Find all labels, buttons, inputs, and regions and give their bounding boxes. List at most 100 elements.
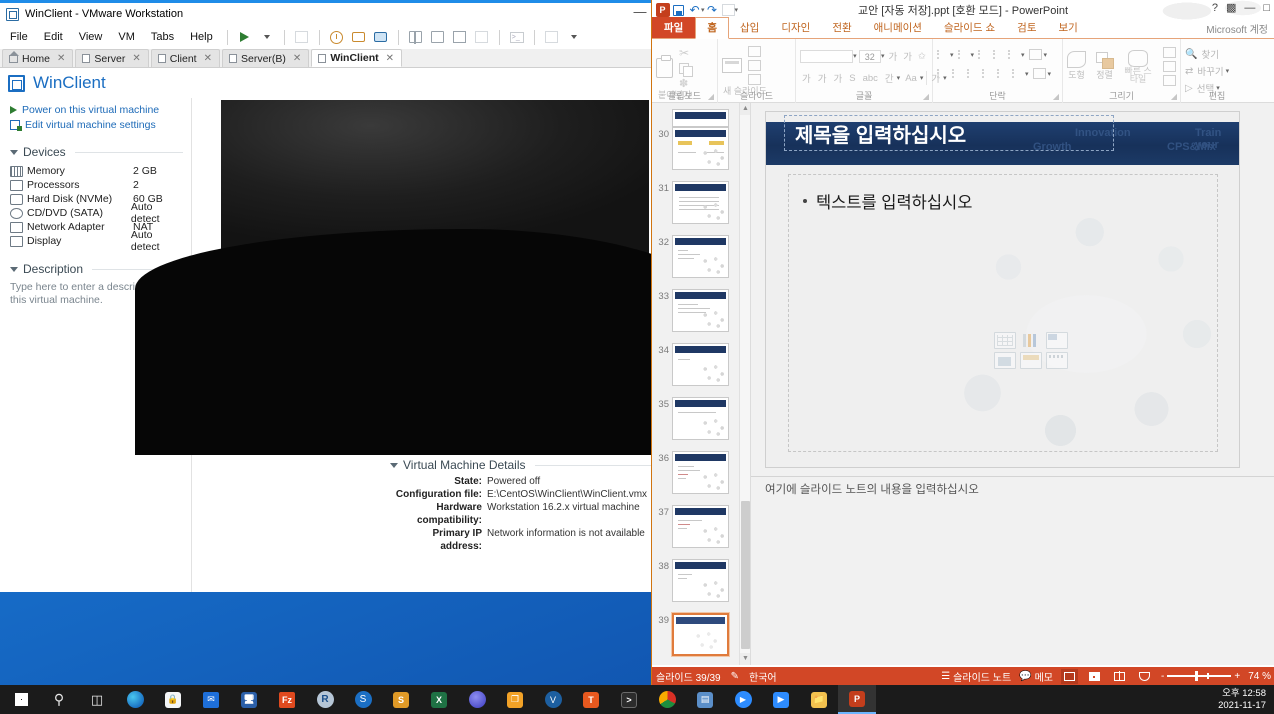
reset-icon[interactable] — [748, 60, 761, 71]
shape-outline-icon[interactable] — [1163, 61, 1176, 72]
slide-thumbnail[interactable] — [672, 505, 729, 548]
quick-styles-icon[interactable] — [1128, 50, 1148, 67]
task-view-icon[interactable]: ◫ — [78, 685, 116, 714]
increase-font-size-icon[interactable]: 가 — [887, 49, 900, 63]
bold-icon[interactable]: 가 — [800, 71, 813, 85]
terminal-icon[interactable]: > — [610, 685, 648, 714]
clear-formatting-icon[interactable]: ✩ — [916, 51, 928, 62]
list-item[interactable]: 37 — [652, 505, 738, 559]
notes-pane[interactable]: 여기에 슬라이드 노트의 내용을 입력하십시오 — [765, 477, 1242, 505]
revert-snapshot-icon[interactable] — [348, 27, 370, 47]
scrollbar-thumb[interactable] — [741, 501, 750, 649]
bullets-dropdown-icon[interactable]: ▾ — [950, 51, 954, 59]
show-console-icon[interactable] — [427, 27, 449, 47]
justify-icon[interactable] — [982, 69, 993, 78]
menu-vm[interactable]: VM — [110, 28, 143, 46]
power-dropdown-icon[interactable] — [256, 27, 278, 47]
start-icon[interactable] — [2, 685, 40, 714]
mail-icon[interactable]: ✉ — [192, 685, 230, 714]
tab-transitions[interactable]: 전환 — [821, 18, 862, 38]
bullets-icon[interactable] — [937, 50, 948, 59]
underline-icon[interactable]: 가 — [832, 71, 845, 85]
slide-thumbnail[interactable] — [672, 127, 729, 170]
zoom2-icon[interactable]: ▶ — [762, 685, 800, 714]
menu-file[interactable]: File — [2, 28, 36, 46]
vm-preview-screen[interactable] — [221, 100, 649, 423]
slide-thumbnail[interactable] — [672, 451, 729, 494]
snapshot-icon[interactable] — [326, 27, 348, 47]
r-icon[interactable]: R — [306, 685, 344, 714]
arrange-icon[interactable] — [1096, 52, 1113, 68]
zoom-icon[interactable]: ▶ — [724, 685, 762, 714]
send-ctrl-alt-del-icon[interactable] — [291, 27, 313, 47]
virtualbox-icon[interactable]: V — [534, 685, 572, 714]
shape-effects-icon[interactable] — [1163, 75, 1176, 86]
comments-toggle-button[interactable]: 💬 메모 — [1019, 669, 1053, 684]
clipboard-dialog-launcher-icon[interactable]: ◢ — [708, 92, 714, 101]
scroll-down-arrow-icon[interactable]: ▼ — [740, 653, 751, 665]
increase-indent-icon[interactable] — [993, 50, 1004, 59]
stretch-view-icon[interactable] — [541, 27, 563, 47]
spell-check-icon[interactable]: ✎ — [731, 671, 739, 682]
tab-slideshow[interactable]: 슬라이드 쇼 — [933, 18, 1006, 38]
align-right-icon[interactable] — [967, 69, 978, 78]
zoom-in-button[interactable]: + — [1234, 671, 1240, 682]
shapes-icon[interactable] — [1067, 51, 1086, 68]
start-from-beginning-icon[interactable] — [721, 3, 736, 18]
decrease-font-size-icon[interactable]: 가 — [901, 49, 914, 63]
list-item[interactable]: 39 — [652, 613, 738, 665]
cut-icon[interactable]: ✂ — [679, 46, 689, 60]
menu-help[interactable]: Help — [182, 28, 221, 46]
help-icon[interactable]: ? — [1212, 2, 1218, 14]
font-size-dropdown-icon[interactable]: ▾ — [881, 52, 885, 60]
tab-client[interactable]: Client ✕ — [151, 49, 220, 67]
new-slide-icon[interactable] — [722, 58, 742, 73]
video-icon[interactable] — [1046, 352, 1068, 369]
chart-icon[interactable] — [1020, 332, 1042, 349]
tab-animations[interactable]: 애니메이션 — [863, 18, 933, 38]
find-label[interactable]: 찾기 — [1201, 47, 1218, 61]
slide-thumbnail[interactable] — [672, 181, 729, 224]
devices-section-header[interactable]: Devices — [10, 145, 183, 159]
sourcetree-icon[interactable]: S — [344, 685, 382, 714]
zoom-slider[interactable]: - + — [1161, 671, 1240, 682]
search-icon[interactable]: ⚲ — [40, 685, 78, 714]
redo-icon[interactable]: ↷ — [705, 3, 720, 18]
taskbar-clock[interactable]: 오후 12:58 2021-11-17 — [1218, 688, 1274, 712]
smartart-dropdown-icon[interactable]: ▾ — [1048, 70, 1052, 78]
store-icon[interactable]: 🔒 — [154, 685, 192, 714]
show-library-icon[interactable] — [405, 27, 427, 47]
convert-smartart-icon[interactable] — [1033, 68, 1046, 79]
slide-thumbnail-selected[interactable] — [672, 613, 729, 656]
align-text-icon[interactable] — [997, 69, 1008, 78]
list-item[interactable]: 29 — [652, 103, 738, 127]
list-item[interactable]: 33 — [652, 289, 738, 343]
align-left-icon[interactable] — [937, 69, 948, 78]
tab-insert[interactable]: 삽입 — [729, 18, 770, 38]
picture-icon[interactable] — [994, 352, 1016, 369]
close-icon[interactable]: ✕ — [132, 53, 140, 64]
save-icon[interactable] — [671, 3, 686, 18]
tab-review[interactable]: 검토 — [1006, 18, 1047, 38]
tab-server[interactable]: Server ✕ — [75, 49, 148, 67]
list-item[interactable]: 31 — [652, 181, 738, 235]
menu-edit[interactable]: Edit — [36, 28, 71, 46]
vmware-minimize-button[interactable]: — — [633, 7, 647, 21]
close-icon[interactable]: ✕ — [57, 53, 65, 64]
teamviewer-icon[interactable]: T — [572, 685, 610, 714]
restore-icon[interactable]: □ — [1263, 2, 1270, 14]
undo-icon[interactable]: ↶ — [687, 3, 702, 18]
strikethrough-icon[interactable]: abc — [861, 73, 880, 84]
zoom-handle[interactable] — [1195, 671, 1198, 681]
text-direction-icon[interactable] — [1029, 49, 1042, 60]
edit-settings-link[interactable]: Edit virtual machine settings — [10, 119, 183, 131]
slide-counter[interactable]: 슬라이드 39/39 — [656, 669, 721, 684]
drawing-dialog-launcher-icon[interactable]: ◢ — [1171, 92, 1177, 101]
change-case-icon[interactable]: Aa — [903, 73, 919, 84]
thumbnail-scrollbar[interactable]: ▲ ▼ — [739, 103, 750, 665]
list-item[interactable]: 30 — [652, 127, 738, 181]
menu-view[interactable]: View — [71, 28, 111, 46]
line-spacing-dropdown-icon[interactable]: ▾ — [1021, 51, 1025, 59]
account-label[interactable]: Microsoft 계정 — [1206, 21, 1268, 36]
replace-dropdown-icon[interactable]: ▾ — [1226, 67, 1230, 75]
